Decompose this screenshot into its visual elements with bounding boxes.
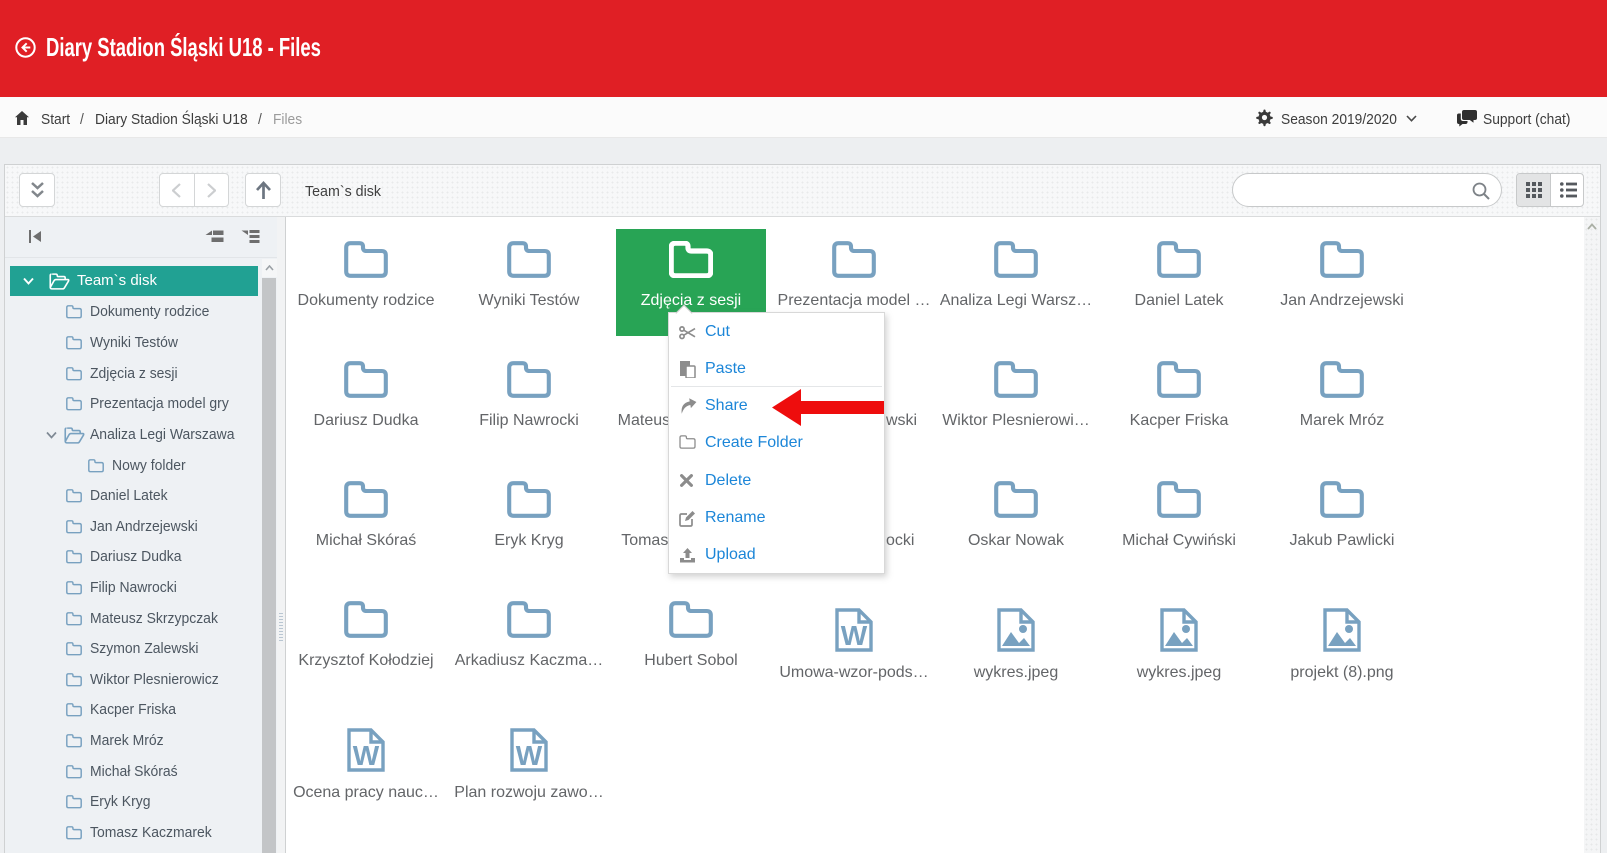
svg-text:W: W [516,740,543,771]
svg-text:W: W [841,620,868,651]
svg-text:W: W [353,740,380,771]
